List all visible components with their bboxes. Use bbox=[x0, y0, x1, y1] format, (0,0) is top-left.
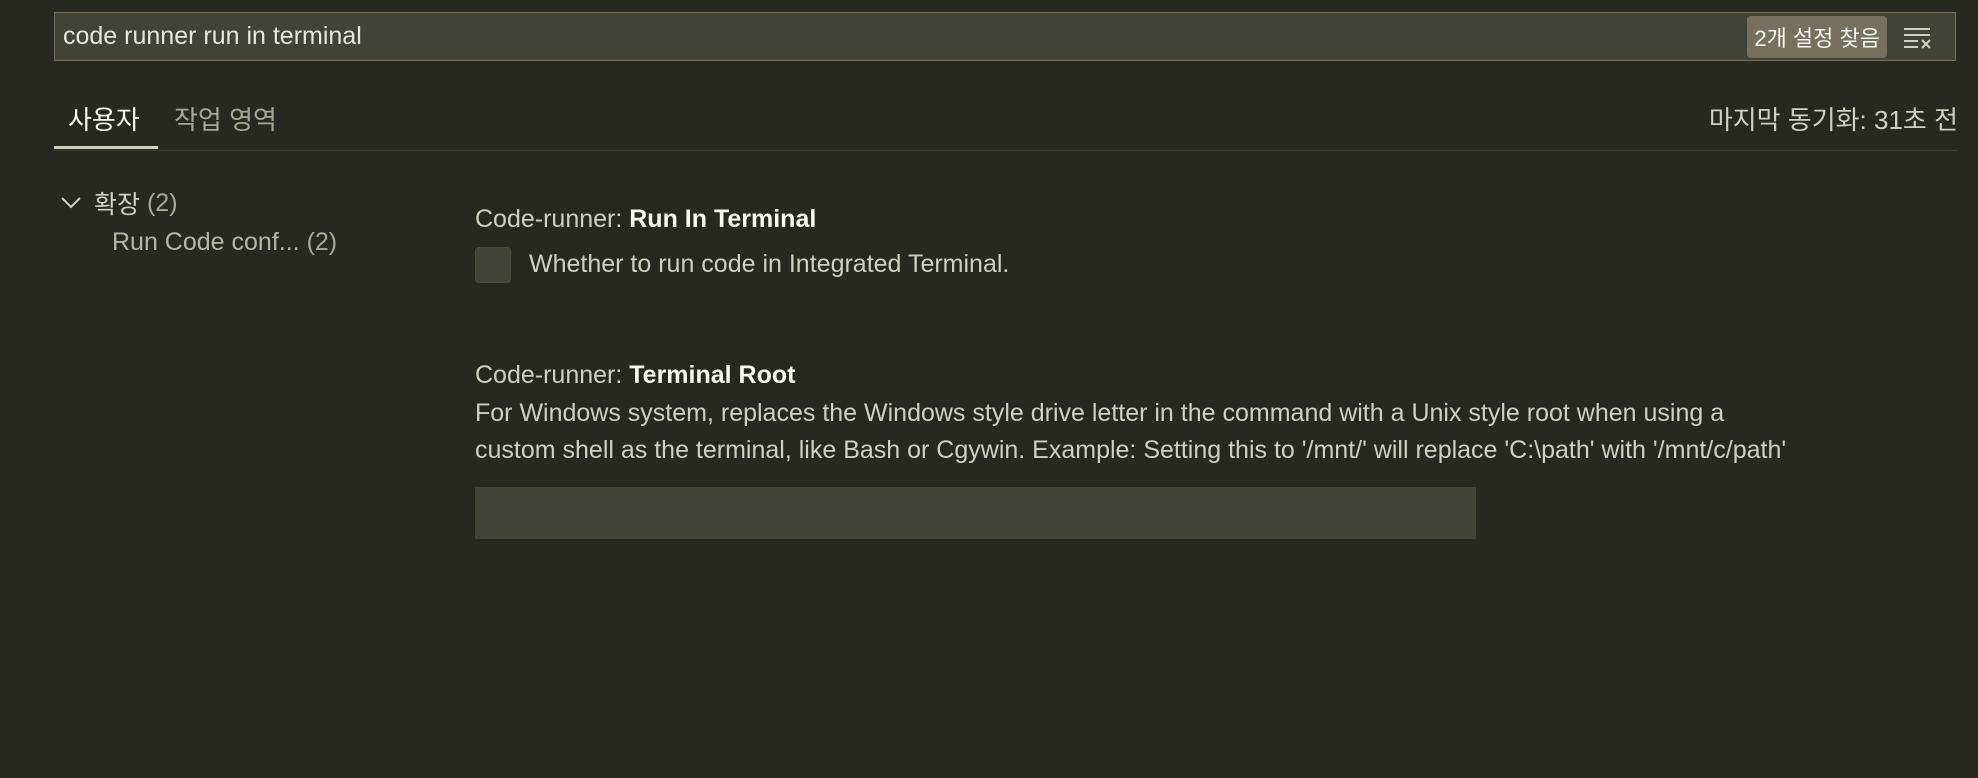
settings-search-input[interactable] bbox=[55, 13, 1748, 60]
settings-search-box[interactable]: 2개 설정 찾음 bbox=[54, 12, 1956, 61]
setting-name: Terminal Root bbox=[629, 361, 796, 389]
toc-group-label: 확장 bbox=[94, 191, 141, 219]
setting-description: Whether to run code in Integrated Termin… bbox=[529, 250, 1010, 278]
settings-scope-tabs: 사용자 작업 영역 마지막 동기화: 31초 전 bbox=[54, 90, 1958, 151]
setting-title: Code-runner: Terminal Root bbox=[475, 361, 1786, 390]
tab-user[interactable]: 사용자 bbox=[68, 100, 140, 137]
description-line: custom shell as the terminal, like Bash … bbox=[475, 436, 1787, 464]
setting-prefix: Code-runner: bbox=[475, 205, 630, 233]
toc-group-count: (2) bbox=[146, 188, 178, 217]
toc-item-label: Run Code conf... bbox=[112, 227, 300, 256]
toc-item-run-code-config[interactable]: Run Code conf... (2) bbox=[112, 222, 337, 262]
toc-item-count: (2) bbox=[306, 227, 338, 256]
sync-status: 마지막 동기화: 31초 전 bbox=[1708, 105, 1958, 135]
terminal-root-input[interactable] bbox=[475, 487, 1476, 539]
description-line: For Windows system, replaces the Windows… bbox=[475, 399, 1725, 427]
run-in-terminal-checkbox[interactable] bbox=[475, 246, 511, 283]
setting-name: Run In Terminal bbox=[629, 205, 817, 233]
search-result-count: 2개 설정 찾음 bbox=[1747, 15, 1887, 58]
active-tab-indicator bbox=[54, 146, 158, 149]
chevron-down-icon bbox=[60, 191, 84, 215]
clear-filter-icon[interactable] bbox=[1899, 19, 1935, 55]
setting-title: Code-runner: Run In Terminal bbox=[475, 205, 1009, 234]
setting-description: For Windows system, replaces the Windows… bbox=[475, 395, 1786, 469]
setting-prefix: Code-runner: bbox=[475, 361, 630, 389]
setting-run-in-terminal: Code-runner: Run In Terminal Whether to … bbox=[475, 205, 1009, 283]
toc-group-extensions[interactable]: 확장 (2) bbox=[60, 184, 337, 222]
setting-terminal-root: Code-runner: Terminal Root For Windows s… bbox=[475, 361, 1786, 539]
settings-toc: 확장 (2) Run Code conf... (2) bbox=[60, 184, 337, 262]
tab-workspace[interactable]: 작업 영역 bbox=[174, 100, 277, 137]
